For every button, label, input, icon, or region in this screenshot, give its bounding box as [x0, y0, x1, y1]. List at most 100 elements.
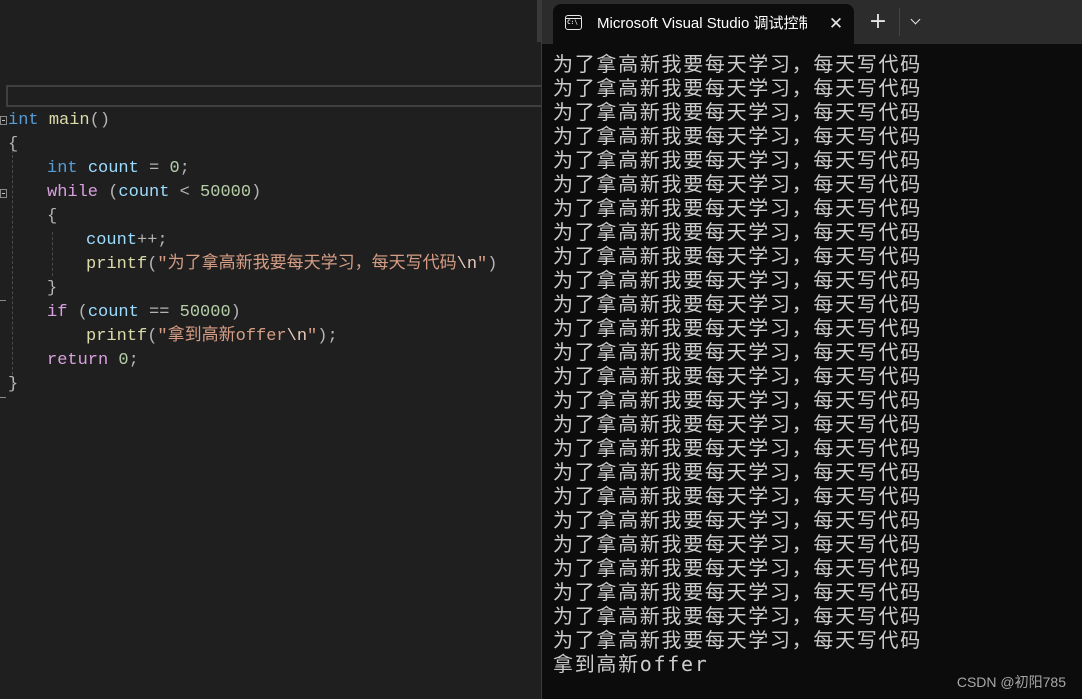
watermark: CSDN @初阳785	[956, 674, 1066, 690]
editor-navigation-bar[interactable]	[6, 85, 541, 107]
code-token: count	[118, 183, 170, 202]
code-token: "	[477, 255, 488, 274]
output-line: 为了拿高新我要每天学习，每天写代码	[553, 388, 922, 412]
output-line: 为了拿高新我要每天学习，每天写代码	[553, 532, 922, 556]
terminal-output: 为了拿高新我要每天学习，每天写代码 为了拿高新我要每天学习，每天写代码 为了拿高新我…	[553, 52, 922, 676]
output-line: 为了拿高新我要每天学习，每天写代码	[553, 460, 922, 484]
code-token: {	[47, 207, 58, 226]
code-line[interactable]: int count = 0;	[47, 157, 190, 181]
code-line[interactable]: printf("拿到高新offer\n");	[86, 325, 338, 349]
output-line: 为了拿高新我要每天学习，每天写代码	[553, 196, 922, 220]
output-line: 为了拿高新我要每天学习，每天写代码	[553, 244, 922, 268]
code-line[interactable]: int main()	[8, 109, 110, 133]
code-token: int	[47, 159, 78, 178]
code-line[interactable]: {	[8, 133, 18, 157]
output-final-line: 拿到高新offer	[553, 652, 709, 676]
code-token: \n	[456, 255, 478, 274]
output-line: 为了拿高新我要每天学习，每天写代码	[553, 172, 922, 196]
output-line: 为了拿高新我要每天学习，每天写代码	[553, 76, 922, 100]
output-line: 为了拿高新我要每天学习，每天写代码	[553, 508, 922, 532]
output-line: 为了拿高新我要每天学习，每天写代码	[553, 316, 922, 340]
output-line: 为了拿高新我要每天学习，每天写代码	[553, 556, 922, 580]
code-token: 50000	[200, 183, 252, 202]
code-line[interactable]: while (count < 50000)	[47, 181, 261, 205]
console-icon: C:\	[565, 15, 582, 30]
code-token: while	[47, 183, 99, 202]
output-line: 为了拿高新我要每天学习，每天写代码	[553, 124, 922, 148]
output-line: 为了拿高新我要每天学习，每天写代码	[553, 580, 922, 604]
tab-title: Microsoft Visual Studio 调试控制台	[597, 15, 807, 32]
code-line[interactable]: count++;	[86, 229, 168, 253]
code-line[interactable]: if (count == 50000)	[47, 301, 241, 325]
output-line: 为了拿高新我要每天学习，每天写代码	[553, 268, 922, 292]
code-token: int	[8, 111, 39, 130]
code-token: 0	[169, 159, 180, 178]
new-tab-button[interactable]: +	[866, 10, 890, 34]
code-token: "拿到高新offer	[157, 327, 287, 346]
output-line: 为了拿高新我要每天学习，每天写代码	[553, 52, 922, 76]
code-token: count	[87, 159, 139, 178]
code-token: printf	[86, 255, 148, 274]
code-token: count	[87, 303, 139, 322]
output-line: 为了拿高新我要每天学习，每天写代码	[553, 220, 922, 244]
code-token: 0	[118, 351, 129, 370]
output-line: 为了拿高新我要每天学习，每天写代码	[553, 628, 922, 652]
output-line: 为了拿高新我要每天学习，每天写代码	[553, 604, 922, 628]
code-token: (	[147, 255, 158, 274]
code-token: )	[230, 303, 241, 322]
fold-toggle-main[interactable]	[0, 116, 7, 125]
output-line: 为了拿高新我要每天学习，每天写代码	[553, 148, 922, 172]
output-line: 为了拿高新我要每天学习，每天写代码	[553, 412, 922, 436]
indent-guide	[52, 232, 53, 276]
code-token: ;	[128, 351, 139, 370]
code-token: "	[307, 327, 318, 346]
code-editor[interactable]: int main(){int count = 0; while (count < …	[0, 0, 541, 699]
terminal-window[interactable]: C:\ Microsoft Visual Studio 调试控制台 ✕ + 为了…	[541, 0, 1082, 699]
code-token: }	[47, 279, 58, 298]
code-token: ;	[179, 159, 190, 178]
code-token: main	[48, 111, 90, 130]
output-line: 为了拿高新我要每天学习，每天写代码	[553, 484, 922, 508]
code-token: 50000	[179, 303, 231, 322]
code-token: =	[138, 159, 170, 178]
code-token: )	[487, 255, 498, 274]
fold-end-marker	[0, 397, 6, 398]
output-line: 为了拿高新我要每天学习，每天写代码	[553, 292, 922, 316]
code-line[interactable]: {	[47, 205, 57, 229]
code-token: return	[47, 351, 109, 370]
terminal-titlebar: C:\ Microsoft Visual Studio 调试控制台 ✕ +	[542, 0, 1082, 44]
chevron-down-icon[interactable]	[906, 10, 926, 34]
code-token: }	[8, 375, 19, 394]
code-token: ==	[138, 303, 180, 322]
tab-separator	[899, 8, 900, 36]
terminal-tab[interactable]: C:\ Microsoft Visual Studio 调试控制台 ✕	[553, 4, 854, 44]
code-token: );	[317, 327, 338, 346]
output-line: 为了拿高新我要每天学习，每天写代码	[553, 436, 922, 460]
code-token: ()	[89, 111, 111, 130]
code-token: if	[47, 303, 68, 322]
code-token: printf	[86, 327, 148, 346]
code-token: {	[8, 135, 19, 154]
code-token: (	[147, 327, 158, 346]
code-token: (	[98, 183, 119, 202]
code-token: <	[169, 183, 201, 202]
code-token: ++;	[137, 231, 168, 250]
code-line[interactable]: printf("为了拿高新我要每天学习，每天写代码\n")	[86, 253, 497, 277]
fold-toggle-while[interactable]	[0, 189, 7, 198]
code-line[interactable]: }	[47, 277, 57, 301]
code-token: count	[86, 231, 138, 250]
fold-end-marker	[0, 300, 6, 301]
output-line: 为了拿高新我要每天学习，每天写代码	[553, 340, 922, 364]
code-line[interactable]: }	[8, 373, 18, 397]
code-token: (	[67, 303, 88, 322]
code-line[interactable]: return 0;	[47, 349, 139, 373]
close-icon[interactable]: ✕	[825, 13, 847, 35]
code-token: )	[251, 183, 262, 202]
output-line: 为了拿高新我要每天学习，每天写代码	[553, 364, 922, 388]
code-token: \n	[286, 327, 308, 346]
output-line: 为了拿高新我要每天学习，每天写代码	[553, 100, 922, 124]
code-token: "为了拿高新我要每天学习，每天写代码	[157, 255, 457, 274]
